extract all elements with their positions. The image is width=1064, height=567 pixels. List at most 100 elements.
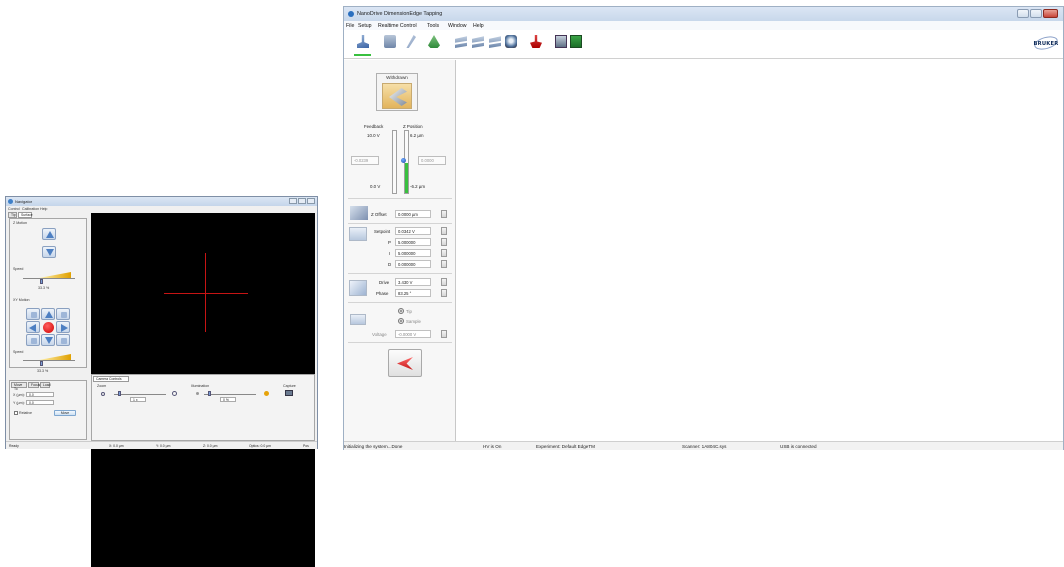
capture-icon[interactable] bbox=[285, 390, 293, 396]
xy-up-left-button[interactable] bbox=[26, 308, 40, 320]
main-content-area bbox=[457, 60, 1063, 441]
relative-label: Relative bbox=[19, 411, 32, 415]
scanner-icon[interactable] bbox=[384, 35, 396, 48]
status-usb: USB is connected bbox=[780, 444, 817, 449]
divider bbox=[348, 273, 452, 274]
tab-focus[interactable]: Focus bbox=[28, 382, 40, 388]
feedback-max: 10.0 V bbox=[367, 133, 380, 138]
menu-calibration[interactable]: Calibration bbox=[22, 207, 39, 211]
close-button[interactable] bbox=[307, 198, 315, 204]
p-gain-input[interactable]: 5.000000 bbox=[395, 238, 431, 246]
engage-button[interactable] bbox=[388, 349, 422, 377]
x-input[interactable]: 0.0 bbox=[26, 392, 54, 397]
nanodrive-menubar: File Setup Realtime Control Tools Window… bbox=[344, 21, 1063, 30]
bruker-logo: BRUKER bbox=[1031, 34, 1061, 52]
d-gain-spinner[interactable] bbox=[441, 260, 447, 268]
y-input[interactable]: 0.0 bbox=[26, 400, 54, 405]
xy-speed-slider[interactable] bbox=[23, 354, 75, 361]
phase-spinner[interactable] bbox=[441, 289, 447, 297]
i-gain-input[interactable]: 5.000000 bbox=[395, 249, 431, 257]
setpoint-input[interactable]: 0.0342 V bbox=[395, 227, 431, 235]
xy-down-left-button[interactable] bbox=[26, 334, 40, 346]
analysis-icon[interactable] bbox=[570, 35, 582, 48]
ramp-icon[interactable] bbox=[472, 36, 484, 48]
d-gain-input[interactable]: 0.000000 bbox=[395, 260, 431, 268]
zoom-out-icon[interactable] bbox=[101, 392, 105, 396]
menu-file[interactable]: File bbox=[346, 23, 354, 29]
relative-checkbox[interactable] bbox=[14, 411, 18, 415]
phase-input[interactable]: 83.25 ° bbox=[395, 289, 431, 297]
z-down-button[interactable] bbox=[42, 246, 56, 258]
engage-icon[interactable] bbox=[357, 35, 369, 48]
minimize-button[interactable] bbox=[1017, 9, 1029, 18]
zoom-slider[interactable] bbox=[114, 394, 166, 395]
view-icon[interactable] bbox=[555, 35, 567, 48]
setpoint-spinner[interactable] bbox=[441, 227, 447, 235]
menu-help[interactable]: Help bbox=[473, 23, 484, 29]
menu-help[interactable]: Help bbox=[40, 207, 47, 211]
illumination-low-icon bbox=[196, 392, 199, 395]
nanodrive-window: NanoDrive DimensionEdge Tapping File Set… bbox=[343, 6, 1064, 450]
withdraw-icon[interactable] bbox=[530, 35, 542, 48]
tab-camera-controls[interactable]: Camera Controls bbox=[93, 376, 129, 382]
nanodrive-statusbar: Initializing the system...Done HV is On … bbox=[344, 441, 1063, 450]
z-readout: 0.0000 bbox=[418, 156, 446, 165]
voltage-spinner[interactable] bbox=[441, 330, 447, 338]
scan-icon[interactable] bbox=[455, 36, 467, 48]
z-offset-input[interactable]: 0.0000 µm bbox=[395, 210, 431, 218]
z-speed-thumb[interactable] bbox=[40, 279, 43, 284]
z-speed-value: 33.3 % bbox=[38, 286, 50, 290]
tune-icon[interactable] bbox=[428, 35, 440, 48]
status-x: X: 0.0 µm bbox=[109, 444, 124, 448]
sample-radio[interactable] bbox=[398, 318, 404, 324]
voltage-input[interactable]: -0.0000 V bbox=[395, 330, 431, 338]
menu-tools[interactable]: Tools bbox=[427, 23, 439, 29]
tab-move-to[interactable]: Move To bbox=[11, 382, 27, 391]
menu-control[interactable]: Control bbox=[8, 207, 20, 211]
xy-speed-thumb[interactable] bbox=[40, 361, 43, 366]
withdraw-panel[interactable]: Withdrawn bbox=[376, 73, 418, 111]
capture-label: Capture bbox=[283, 384, 296, 388]
i-gain-spinner[interactable] bbox=[441, 249, 447, 257]
xy-up-right-button[interactable] bbox=[56, 308, 70, 320]
maximize-button[interactable] bbox=[298, 198, 306, 204]
menu-setup[interactable]: Setup bbox=[358, 23, 372, 29]
divider bbox=[348, 302, 452, 303]
illumination-slider[interactable] bbox=[204, 394, 256, 395]
probe-icon[interactable] bbox=[406, 35, 416, 48]
close-button[interactable] bbox=[1043, 9, 1058, 18]
drive-spinner[interactable] bbox=[441, 278, 447, 286]
move-button[interactable]: Move bbox=[54, 410, 76, 416]
drive-input[interactable]: 3.430 V bbox=[395, 278, 431, 286]
tip-radio[interactable] bbox=[398, 308, 404, 314]
illumination-thumb[interactable] bbox=[208, 391, 211, 396]
xy-speed-value: 33.3 % bbox=[37, 369, 49, 373]
menu-window[interactable]: Window bbox=[448, 23, 466, 29]
xy-down-right-button[interactable] bbox=[56, 334, 70, 346]
xy-right-button[interactable] bbox=[56, 321, 70, 333]
z-offset-spinner[interactable] bbox=[441, 210, 447, 218]
nanodrive-app-icon bbox=[348, 11, 354, 17]
zoom-in-icon[interactable] bbox=[172, 391, 177, 396]
xy-left-button[interactable] bbox=[26, 321, 40, 333]
xy-up-button[interactable] bbox=[41, 308, 55, 320]
menu-realtime-control[interactable]: Realtime Control bbox=[378, 23, 417, 29]
p-gain-spinner[interactable] bbox=[441, 238, 447, 246]
frame-icon[interactable] bbox=[489, 36, 501, 48]
zoom-thumb[interactable] bbox=[118, 391, 121, 396]
withdrawn-icon bbox=[382, 83, 412, 109]
tab-load[interactable]: Load bbox=[40, 382, 51, 388]
drive-label: Drive bbox=[379, 280, 390, 285]
z-offset-icon bbox=[350, 206, 368, 220]
xy-down-button[interactable] bbox=[41, 334, 55, 346]
z-up-button[interactable] bbox=[42, 228, 56, 240]
minimize-button[interactable] bbox=[289, 198, 297, 204]
maximize-button[interactable] bbox=[1030, 9, 1042, 18]
nanodrive-titlebar: NanoDrive DimensionEdge Tapping bbox=[344, 7, 1063, 21]
z-position-label: Z Position bbox=[403, 124, 423, 129]
capture-icon[interactable] bbox=[505, 35, 517, 48]
xy-stop-button[interactable] bbox=[43, 322, 54, 333]
z-speed-slider[interactable] bbox=[23, 272, 75, 279]
navigator-app-icon bbox=[8, 199, 13, 204]
y-label: Y (µm): bbox=[13, 401, 25, 405]
